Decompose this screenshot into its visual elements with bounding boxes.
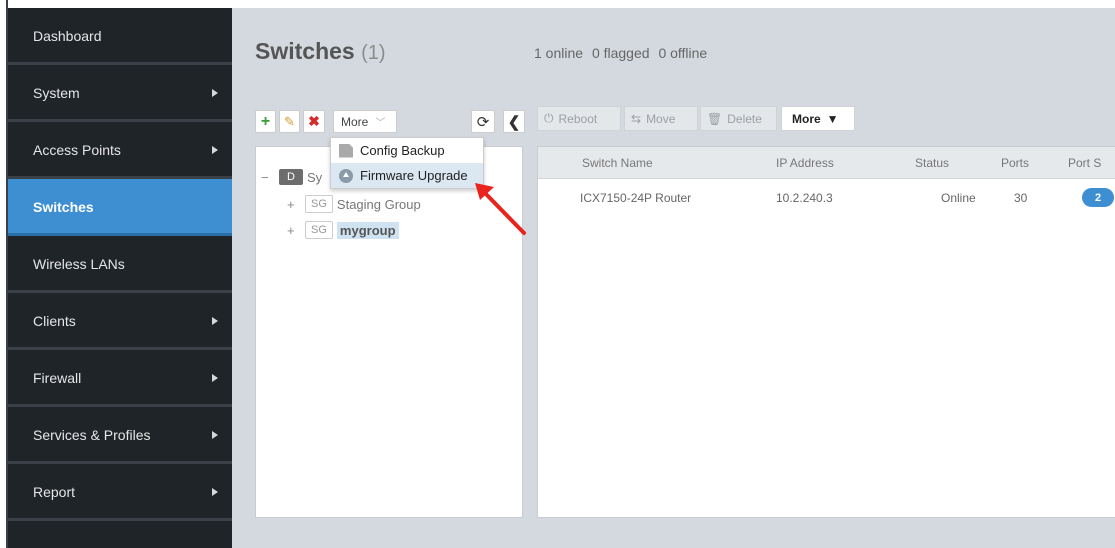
menu-item-config-backup[interactable]: Config Backup [331, 138, 483, 163]
offline-count: 0 offline [658, 45, 708, 61]
caret-down-icon: ▼ [826, 111, 839, 126]
move-label: Move [646, 111, 676, 126]
sidebar-item-label: Clients [33, 313, 76, 329]
caret-right-icon [212, 374, 218, 382]
column-header-switch-name[interactable]: Switch Name [582, 156, 653, 170]
switch-count: (1) [361, 42, 386, 64]
page-title-text: Switches [255, 38, 355, 64]
more-dropdown-button[interactable]: More ﹀ [333, 110, 397, 133]
move-button[interactable]: ⇆ Move [624, 106, 698, 131]
sidebar-item-services-profiles[interactable]: Services & Profiles [8, 407, 232, 464]
flagged-count: 0 flagged [591, 45, 650, 61]
sidebar-item-report[interactable]: Report [8, 464, 232, 521]
sidebar-item-switches[interactable]: Switches [8, 179, 232, 236]
caret-right-icon [212, 89, 218, 97]
cell-ports: 30 [1014, 191, 1028, 205]
tree-node-mygroup[interactable]: + SG mygroup [287, 221, 399, 239]
sidebar-nav: Dashboard System Access Points Switches … [8, 8, 232, 548]
sidebar-item-label: Dashboard [33, 28, 102, 44]
menu-item-firmware-upgrade[interactable]: Firmware Upgrade [331, 163, 483, 188]
cell-switch-name[interactable]: ICX7150-24P Router [580, 191, 691, 205]
sidebar-item-label: Wireless LANs [33, 256, 125, 272]
caret-right-icon [212, 488, 218, 496]
port-status-badge: 2 [1082, 188, 1114, 207]
page-title: Switches (1) [255, 38, 386, 65]
sidebar-item-wireless-lans[interactable]: Wireless LANs [8, 236, 232, 293]
table-header: Switch Name IP Address Status Ports Port… [538, 147, 1115, 179]
sidebar-item-system[interactable]: System [8, 65, 232, 122]
chevron-left-icon: ❮ [507, 113, 521, 131]
menu-item-label: Config Backup [360, 143, 445, 158]
chevron-down-icon: ﹀ [375, 118, 386, 129]
add-button[interactable]: + [255, 110, 276, 133]
reboot-label: Reboot [558, 111, 598, 126]
switch-group-badge: SG [305, 221, 333, 239]
tree-node-staging-group[interactable]: + SG Staging Group [287, 195, 421, 213]
x-icon: ✖ [308, 113, 320, 129]
more-label: More [341, 114, 369, 129]
sidebar-item-label: Services & Profiles [33, 427, 151, 443]
column-header-ip-address[interactable]: IP Address [776, 156, 834, 170]
edit-button[interactable]: ✎ [279, 110, 300, 133]
window-top-edge [0, 0, 1115, 8]
tree-expand-toggle[interactable]: + [287, 197, 299, 212]
caret-right-icon [212, 146, 218, 154]
tree-expand-toggle[interactable]: + [287, 223, 299, 238]
arrows-swap-icon: ⇆ [631, 111, 642, 126]
tree-node-label: Staging Group [336, 196, 421, 212]
actions-more-label: More [792, 111, 821, 126]
more-dropdown-menu: Config Backup Firmware Upgrade [330, 137, 484, 189]
switch-table: Switch Name IP Address Status Ports Port… [537, 146, 1115, 518]
sidebar-item-firewall[interactable]: Firewall [8, 350, 232, 407]
cell-status: Online [941, 191, 976, 205]
sidebar-item-label: Access Points [33, 142, 121, 158]
refresh-icon: ⟳ [476, 113, 490, 131]
delete-button[interactable]: 🗑 Delete [700, 106, 777, 131]
status-summary: 1 online 0 flagged 0 offline [534, 45, 712, 61]
column-header-port-status[interactable]: Port S [1068, 156, 1101, 170]
tree-node-root[interactable]: − D Sy [261, 169, 322, 185]
sidebar-item-label: Switches [33, 199, 94, 215]
sidebar-item-label: System [33, 85, 80, 101]
sidebar-item-clients[interactable]: Clients [8, 293, 232, 350]
pencil-icon: ✎ [284, 113, 295, 129]
sidebar-item-label: Report [33, 484, 76, 500]
refresh-button[interactable]: ⟳ [471, 110, 495, 133]
domain-badge: D [279, 169, 303, 185]
switch-group-badge: SG [305, 195, 333, 213]
caret-right-icon [212, 431, 218, 439]
power-icon: ⏻ [544, 111, 554, 125]
column-header-status[interactable]: Status [915, 156, 949, 170]
sidebar-item-access-points[interactable]: Access Points [8, 122, 232, 179]
actions-more-button[interactable]: More ▼ [781, 106, 855, 131]
trash-icon: 🗑 [707, 111, 723, 126]
tree-node-label: mygroup [336, 221, 399, 239]
collapse-panel-button[interactable]: ❮ [503, 110, 525, 133]
annotation-arrow-icon [475, 183, 526, 235]
document-icon [339, 143, 353, 158]
tree-collapse-toggle[interactable]: − [261, 170, 273, 185]
plus-icon: + [260, 112, 271, 130]
reboot-button[interactable]: ⏻ Reboot [537, 106, 621, 131]
upload-circle-icon [339, 168, 353, 183]
content-footer-area [232, 518, 1115, 548]
sidebar-item-dashboard[interactable]: Dashboard [8, 8, 232, 65]
tree-node-label: Sy [306, 169, 323, 185]
caret-right-icon [212, 317, 218, 325]
column-header-ports[interactable]: Ports [1001, 156, 1029, 170]
online-count: 1 online [534, 45, 584, 61]
delete-label: Delete [727, 111, 762, 126]
delete-group-button[interactable]: ✖ [303, 110, 325, 133]
menu-item-label: Firmware Upgrade [360, 168, 468, 183]
cell-ip-address: 10.2.240.3 [776, 191, 833, 205]
sidebar-item-label: Firewall [33, 370, 82, 386]
